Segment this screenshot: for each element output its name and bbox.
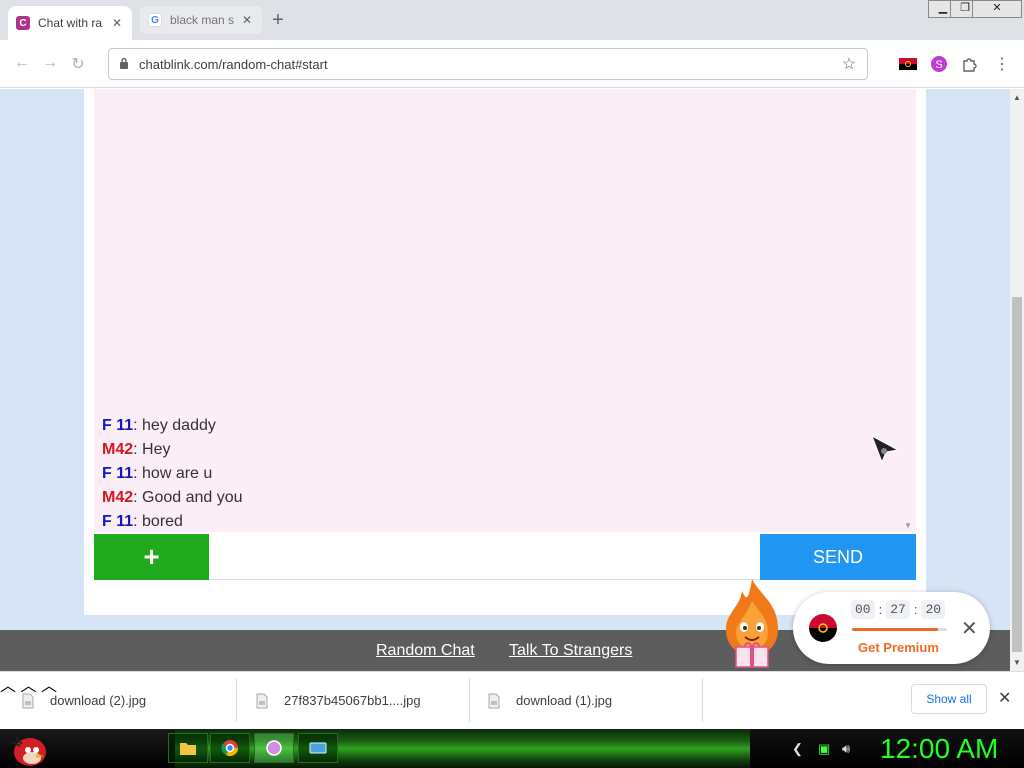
- angola-flag-extension-icon[interactable]: [898, 54, 918, 74]
- message-nick: F 11: [102, 513, 134, 530]
- taskbar-clock[interactable]: 12:00 AM: [880, 733, 998, 765]
- timer-hours: 00: [851, 600, 875, 619]
- add-media-button[interactable]: +: [94, 534, 209, 580]
- tab-title: Chat with ra: [38, 16, 103, 30]
- message-text: : how are u: [133, 465, 213, 482]
- chat-message: F 11: hey daddy: [102, 414, 243, 438]
- premium-widget: 00 : 27 : 20 Get Premium ✕: [793, 592, 990, 664]
- download-filename: download (2).jpg: [50, 693, 147, 708]
- download-item[interactable]: 27f837b45067bb1....jpg: [254, 672, 421, 729]
- premium-timer: 00 : 27 : 20: [851, 600, 946, 619]
- page-scrollbar[interactable]: ▲ ▼: [1010, 89, 1024, 671]
- message-nick: M42: [102, 489, 134, 506]
- premium-progress-fill: [852, 628, 938, 631]
- scroll-thumb[interactable]: [1012, 297, 1022, 652]
- message-nick: F 11: [102, 465, 134, 482]
- angry-bird-start-icon[interactable]: [8, 730, 48, 768]
- download-item[interactable]: download (2).jpg: [20, 672, 146, 729]
- download-bar: download (2).jpg ︿ 27f837b45067bb1....jp…: [0, 671, 1024, 729]
- get-premium-link[interactable]: Get Premium: [858, 640, 939, 655]
- new-tab-icon[interactable]: +: [268, 9, 288, 32]
- message-list: F 11: hey daddy M42: Hey F 11: how are u…: [102, 414, 243, 534]
- battery-icon[interactable]: ▣: [818, 741, 830, 757]
- browser-toolbar: ← → ↻ chatblink.com/random-chat#start ☆ …: [0, 40, 1024, 88]
- timer-seconds: 20: [921, 600, 946, 619]
- s-extension-icon[interactable]: S: [929, 54, 949, 74]
- app-icon: [266, 740, 282, 756]
- keyboard-icon: [309, 742, 327, 754]
- tab-google[interactable]: G black man s ✕: [140, 6, 262, 34]
- url-text: chatblink.com/random-chat#start: [139, 56, 328, 72]
- scroll-up-icon[interactable]: ▲: [1010, 93, 1024, 102]
- taskbar-explorer[interactable]: [168, 733, 208, 763]
- folder-icon: [180, 743, 196, 755]
- message-text: : bored: [133, 513, 183, 530]
- address-bar[interactable]: chatblink.com/random-chat#start ☆: [108, 48, 868, 80]
- lock-icon: [119, 57, 133, 72]
- chat-message: F 11: how are u: [102, 462, 243, 486]
- talk-to-strangers-link[interactable]: Talk To Strangers: [509, 642, 632, 660]
- premium-progress-bar: [852, 628, 947, 631]
- scroll-down-icon[interactable]: ▼: [1010, 658, 1024, 667]
- download-filename: download (1).jpg: [516, 693, 613, 708]
- chat-scrollbar[interactable]: ▼: [900, 89, 916, 532]
- google-favicon-icon: G: [148, 13, 162, 27]
- message-text: : hey daddy: [133, 417, 216, 434]
- message-text: : Hey: [133, 441, 171, 458]
- chat-message: F 11: bored: [102, 510, 243, 534]
- chevron-up-icon[interactable]: ︿: [0, 678, 16, 695]
- chat-message: M42: Hey: [102, 438, 243, 462]
- chrome-icon: [221, 740, 239, 757]
- svg-text:S: S: [935, 59, 942, 71]
- close-window-icon[interactable]: ✕: [972, 0, 1022, 18]
- message-text: : Good and you: [133, 489, 243, 506]
- reload-icon[interactable]: ↻: [68, 54, 88, 74]
- taskbar-app-active[interactable]: [254, 733, 294, 763]
- image-file-icon: [488, 693, 500, 708]
- forward-icon[interactable]: →: [40, 54, 60, 72]
- download-filename: 27f837b45067bb1....jpg: [284, 693, 421, 708]
- close-icon[interactable]: ✕: [961, 616, 978, 641]
- random-chat-link[interactable]: Random Chat: [376, 642, 475, 660]
- volume-icon[interactable]: 🔊︎: [842, 741, 850, 757]
- image-file-icon: [256, 693, 268, 708]
- fire-mascot-icon: [726, 579, 778, 668]
- angola-flag-icon: [809, 614, 837, 642]
- close-tab-icon[interactable]: ✕: [240, 13, 254, 27]
- message-input[interactable]: [209, 534, 760, 580]
- tab-chat[interactable]: C Chat with ra ✕: [8, 6, 132, 40]
- extensions-puzzle-icon[interactable]: [960, 54, 980, 74]
- tab-strip: C Chat with ra ✕ G black man s ✕ + ▁ ❐ ✕: [0, 0, 1024, 40]
- bookmark-star-icon[interactable]: ☆: [839, 54, 859, 74]
- message-nick: M42: [102, 441, 134, 458]
- show-all-button[interactable]: Show all: [911, 684, 987, 714]
- download-item[interactable]: download (1).jpg: [486, 672, 612, 729]
- tab-title: black man s: [170, 13, 235, 27]
- send-button[interactable]: SEND: [760, 534, 916, 580]
- close-download-bar-icon[interactable]: ✕: [998, 688, 1011, 708]
- chatblink-favicon-icon: C: [16, 16, 30, 30]
- taskbar-chrome[interactable]: [210, 733, 250, 763]
- taskbar-keyboard[interactable]: [298, 733, 338, 763]
- timer-minutes: 27: [886, 600, 910, 619]
- close-tab-icon[interactable]: ✕: [110, 16, 124, 30]
- menu-kebab-icon[interactable]: ⋮: [992, 54, 1012, 74]
- message-nick: F 11: [102, 417, 134, 434]
- tray-arrow-icon[interactable]: ❮: [792, 741, 803, 757]
- cursor-icon: [871, 434, 900, 464]
- back-icon[interactable]: ←: [12, 54, 32, 72]
- chat-message: M42: Good and you: [102, 486, 243, 510]
- image-file-icon: [22, 693, 34, 708]
